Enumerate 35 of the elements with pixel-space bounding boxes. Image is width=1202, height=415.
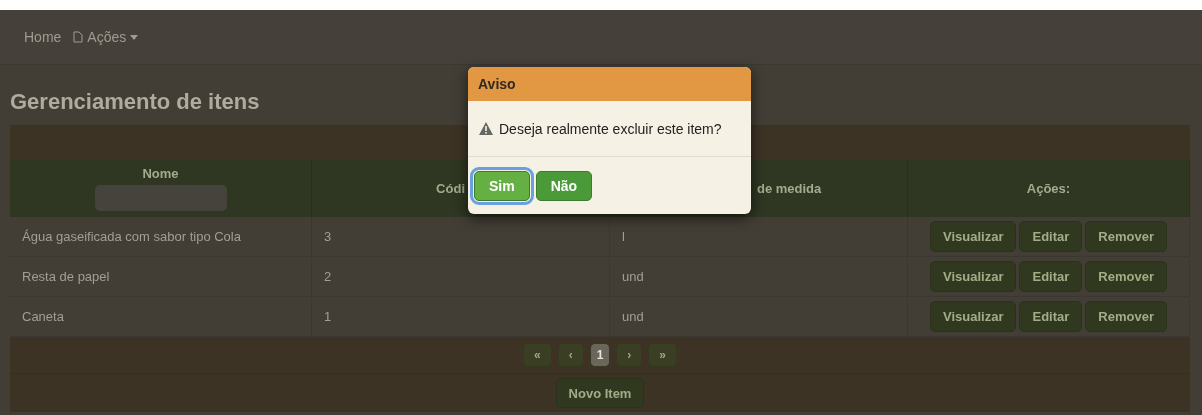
- table-cell: Água gaseificada com sabor tipo Cola: [10, 217, 312, 257]
- column-label: Códi: [436, 181, 465, 196]
- dialog-title: Aviso: [468, 67, 751, 101]
- edit-button[interactable]: Editar: [1019, 221, 1083, 252]
- page-button[interactable]: »: [648, 343, 678, 367]
- table-cell: 2: [312, 257, 610, 297]
- remove-button[interactable]: Remover: [1085, 261, 1167, 292]
- new-item-button[interactable]: Novo Item: [555, 378, 645, 408]
- column-label: Nome: [142, 166, 179, 181]
- table-cell: Resta de papel: [10, 257, 312, 297]
- name-filter-field[interactable]: [94, 185, 227, 211]
- warning-icon: [479, 122, 493, 135]
- cancel-button[interactable]: Não: [535, 170, 593, 201]
- table-cell: und: [610, 257, 908, 297]
- column-label: Ações:: [1026, 181, 1071, 196]
- page-button[interactable]: ›: [616, 343, 643, 367]
- table-cell: l: [610, 217, 908, 257]
- dialog-message: Deseja realmente excluir este item?: [499, 120, 722, 137]
- document-icon: [73, 31, 84, 43]
- page-button[interactable]: ‹: [557, 343, 584, 367]
- view-button[interactable]: Visualizar: [930, 301, 1017, 332]
- table-cell: 3: [312, 217, 610, 257]
- view-button[interactable]: Visualizar: [930, 261, 1017, 292]
- home-link[interactable]: Home: [24, 29, 62, 45]
- column-label: de medida: [757, 181, 822, 196]
- view-button[interactable]: Visualizar: [930, 221, 1017, 252]
- caret-icon: [130, 34, 139, 40]
- actions-menu[interactable]: Ações: [73, 29, 139, 45]
- remove-button[interactable]: Remover: [1085, 221, 1167, 252]
- edit-button[interactable]: Editar: [1019, 261, 1083, 292]
- page-button[interactable]: «: [522, 343, 552, 367]
- page-button[interactable]: 1: [589, 343, 611, 367]
- page-title: Gerenciamento de itens: [10, 89, 260, 115]
- remove-button[interactable]: Remover: [1085, 301, 1167, 332]
- edit-button[interactable]: Editar: [1019, 301, 1083, 332]
